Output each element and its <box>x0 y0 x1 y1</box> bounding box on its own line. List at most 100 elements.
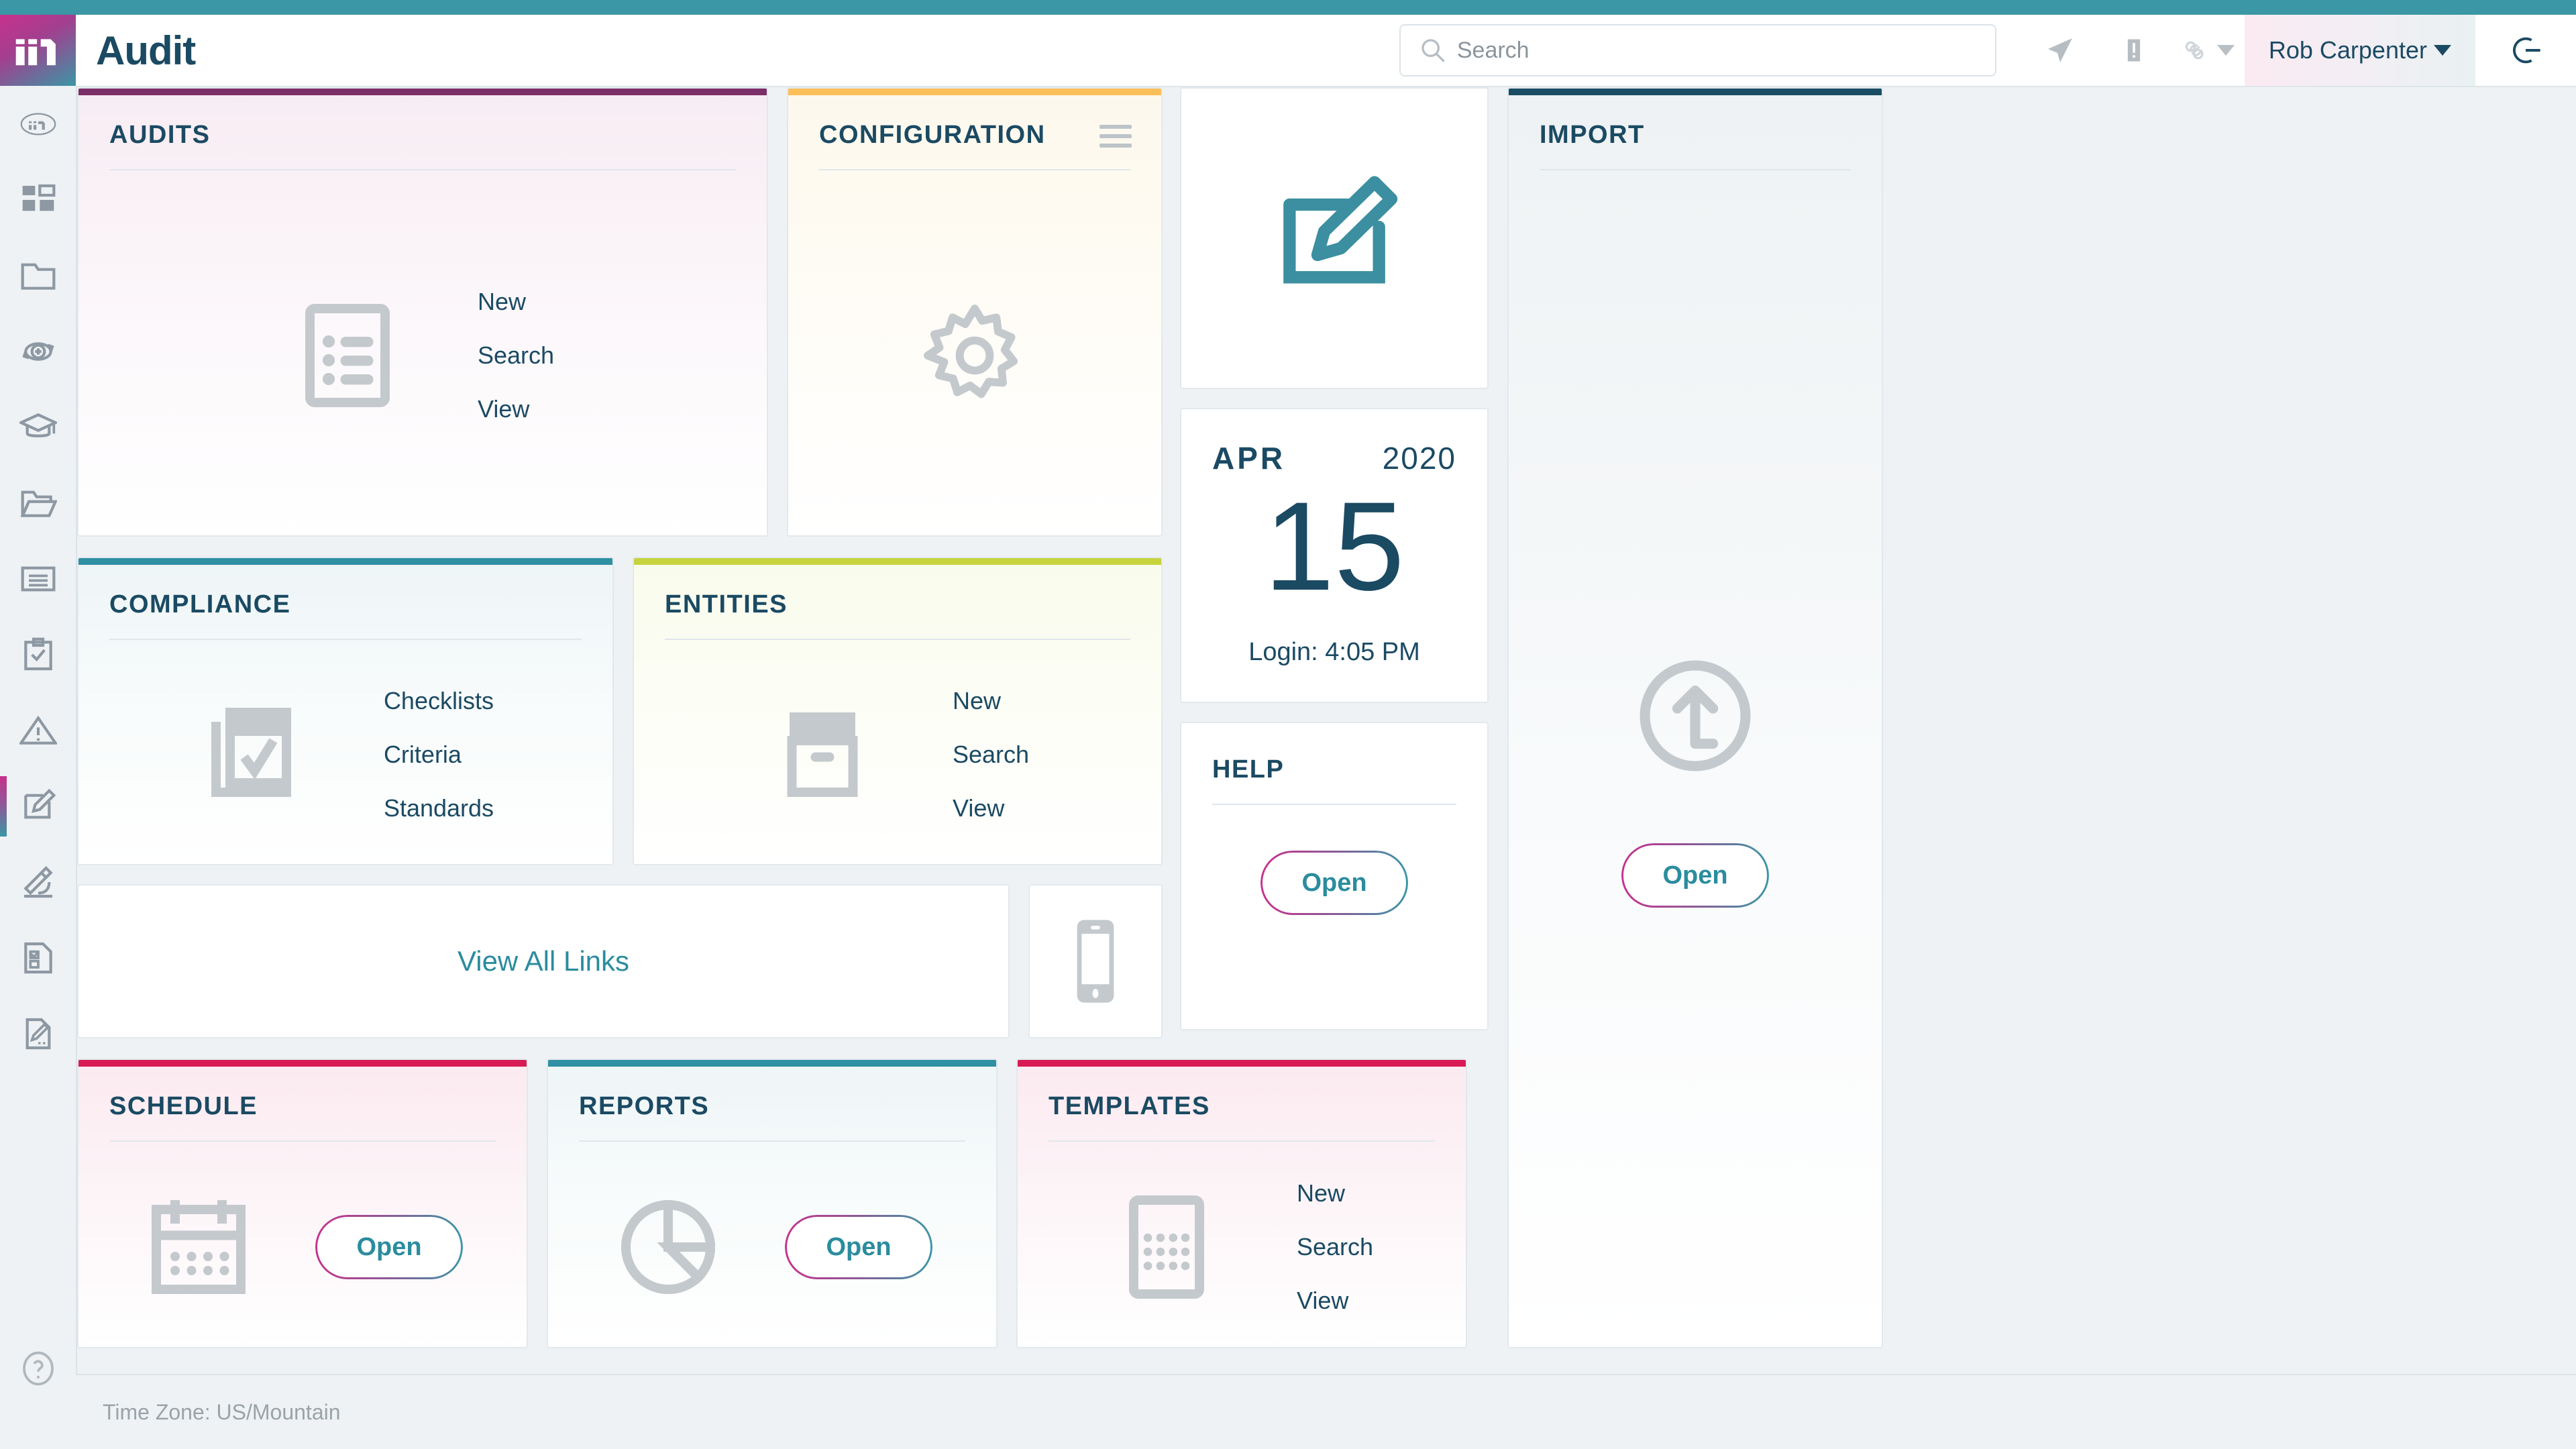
link-new[interactable]: New <box>478 288 554 316</box>
card-title: CONFIGURATION <box>819 121 1046 150</box>
sidebar-item-logo[interactable] <box>0 86 76 162</box>
card-title: REPORTS <box>579 1092 709 1121</box>
user-name: Rob Carpenter <box>2269 36 2427 64</box>
link-checklists[interactable]: Checklists <box>384 687 494 715</box>
link-new[interactable]: New <box>953 687 1029 715</box>
card-import[interactable]: IMPORT Open <box>1507 87 1883 1348</box>
card-audits[interactable]: AUDITS New Search View <box>77 87 768 537</box>
card-body <box>1181 89 1487 388</box>
sidebar-item-edit-doc[interactable] <box>0 996 76 1071</box>
send-icon[interactable] <box>2023 15 2097 86</box>
link-standards[interactable]: Standards <box>384 794 494 822</box>
card-accent-bar <box>634 558 1161 565</box>
calendar-icon <box>142 1191 255 1303</box>
sidebar-item-forms[interactable] <box>0 920 76 996</box>
schedule-open-button[interactable]: Open <box>315 1215 463 1279</box>
date-header: APR 2020 <box>1212 440 1456 476</box>
app-logo[interactable] <box>0 15 76 86</box>
app-root: Audit <box>0 0 2576 1449</box>
chevron-down-icon <box>2434 45 2451 56</box>
checklist-doc-icon <box>19 939 57 977</box>
archive-box-icon <box>766 698 879 811</box>
sidebar-item-inspection[interactable] <box>0 844 76 920</box>
help-open-button[interactable]: Open <box>1260 851 1408 915</box>
m-logo-icon <box>13 30 63 70</box>
user-menu[interactable]: Rob Carpenter <box>2245 15 2475 86</box>
card-entities[interactable]: ENTITIES New Search View <box>633 557 1163 865</box>
card-configuration[interactable]: CONFIGURATION <box>787 87 1163 537</box>
card-link-list: Checklists Criteria Standards <box>384 687 494 822</box>
power-logout-icon[interactable] <box>2475 15 2576 86</box>
divider <box>1212 804 1456 805</box>
divider <box>1049 1140 1435 1142</box>
clipboard-check-icon <box>19 636 57 674</box>
sidebar-item-folder[interactable] <box>0 237 76 313</box>
link-icon[interactable] <box>2171 15 2245 86</box>
reports-open-button[interactable]: Open <box>785 1215 932 1279</box>
date-day: 15 <box>1181 483 1487 609</box>
sidebar-item-training[interactable] <box>0 389 76 465</box>
card-link-list: New Search View <box>478 288 554 423</box>
divider <box>1540 169 1851 170</box>
hamburger-menu-icon[interactable] <box>1099 125 1132 148</box>
link-search[interactable]: Search <box>478 341 554 370</box>
link-search[interactable]: Search <box>1297 1233 1373 1261</box>
card-help[interactable]: HELP Open <box>1180 722 1489 1030</box>
card-body: Checklists Criteria Standards <box>78 645 612 864</box>
link-search[interactable]: Search <box>953 741 1029 769</box>
card-body: New Search View <box>78 176 767 535</box>
sidebar-item-documents[interactable] <box>0 465 76 541</box>
document-lines-icon <box>19 560 57 598</box>
card-schedule[interactable]: SCHEDULE Open <box>77 1059 528 1348</box>
link-view[interactable]: View <box>1297 1287 1373 1315</box>
card-compliance[interactable]: COMPLIANCE Checklists Criteria Standards <box>77 557 614 865</box>
folder-icon <box>19 257 57 294</box>
sidebar-item-dashboard[interactable] <box>0 162 76 237</box>
link-criteria[interactable]: Criteria <box>384 741 494 769</box>
card-reports[interactable]: REPORTS Open <box>547 1059 998 1348</box>
card-accent-bar <box>78 1060 527 1067</box>
alert-icon[interactable] <box>2097 15 2171 86</box>
edit-pencil-box-icon <box>1267 171 1401 305</box>
link-new[interactable]: New <box>1297 1179 1373 1208</box>
card-view-all-links[interactable]: View All Links <box>77 884 1010 1038</box>
view-all-links-label[interactable]: View All Links <box>458 945 629 977</box>
search-input[interactable] <box>1399 24 1996 76</box>
card-mobile-app[interactable] <box>1028 884 1163 1038</box>
sidebar-item-refresh[interactable] <box>0 313 76 389</box>
sidebar-item-incidents[interactable] <box>0 692 76 768</box>
card-templates[interactable]: TEMPLATES New Search Vie <box>1016 1059 1467 1348</box>
card-body: Open <box>78 1147 527 1347</box>
card-accent-bar <box>1509 89 1882 95</box>
card-accent-bar <box>788 89 1161 95</box>
mobile-phone-icon <box>1067 918 1124 1005</box>
link-view[interactable]: View <box>478 395 554 423</box>
upload-circle-icon <box>1628 649 1762 783</box>
date-year: 2020 <box>1383 440 1456 476</box>
sidebar-item-audit[interactable] <box>0 768 76 844</box>
open-folder-icon <box>19 484 57 522</box>
import-open-button[interactable]: Open <box>1621 843 1769 908</box>
sidebar-item-tasks[interactable] <box>0 616 76 692</box>
divider <box>109 639 582 640</box>
card-body <box>788 176 1161 535</box>
card-title: IMPORT <box>1540 121 1645 150</box>
card-body: Open <box>1509 209 1882 1347</box>
divider <box>109 1140 496 1142</box>
search-container <box>1399 24 1996 76</box>
timezone-label: Time Zone: US/Mountain <box>103 1400 341 1425</box>
sidebar-item-records[interactable] <box>0 541 76 616</box>
warning-triangle-icon <box>19 712 57 749</box>
card-body: New Search View <box>1018 1147 1466 1347</box>
top-accent-strip <box>0 0 2576 15</box>
card-edit-shortcut[interactable] <box>1180 87 1489 389</box>
page-title: Audit <box>96 28 195 74</box>
link-view[interactable]: View <box>953 794 1029 822</box>
card-body: Open <box>1181 851 1487 915</box>
card-link-list: New Search View <box>1297 1179 1373 1315</box>
sidebar-help-button[interactable] <box>0 1330 76 1406</box>
date-month: APR <box>1212 440 1285 476</box>
login-time: Login: 4:05 PM <box>1181 638 1487 667</box>
divider <box>665 639 1130 640</box>
question-circle-icon <box>19 1350 57 1387</box>
